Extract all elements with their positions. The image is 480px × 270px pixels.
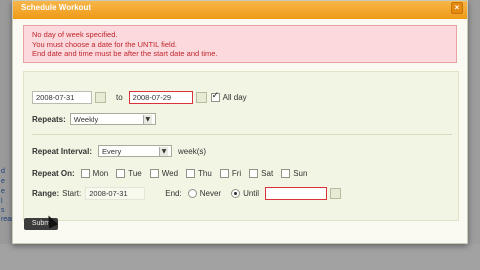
never-label: Never (199, 188, 222, 198)
day-checkbox-thu[interactable] (186, 168, 196, 178)
repeats-label: Repeats: (32, 114, 66, 124)
day-label: Sat (261, 168, 274, 178)
repeat-interval-select[interactable]: Every ▼ (98, 145, 173, 157)
repeats-row: Repeats: Weekly ▼ (32, 112, 156, 126)
background-bottom (0, 244, 480, 270)
start-date-input[interactable]: 2008-07-31 (32, 90, 92, 104)
dialog-header: Schedule Workout × (13, 1, 467, 19)
day-checkbox-fri[interactable] (219, 168, 229, 178)
day-label: Fri (231, 168, 242, 178)
repeat-on-row: Repeat On: Mon Tue Wed Thu Fri Sat Sun (32, 166, 315, 180)
day-checkbox-mon[interactable] (80, 168, 90, 178)
dialog-title: Schedule Workout (21, 3, 92, 12)
background-right-strip (468, 0, 480, 270)
calendar-icon[interactable] (95, 91, 106, 103)
day-checkbox-tue[interactable] (116, 168, 126, 178)
repeat-interval-value: Every (102, 146, 122, 156)
day-checkbox-wed[interactable] (149, 168, 159, 178)
day-label: Mon (92, 168, 109, 178)
end-date-input[interactable]: 2008-07-29 (128, 90, 193, 104)
error-message: You must choose a date for the UNTIL fie… (32, 39, 177, 49)
day-label: Tue (128, 168, 142, 178)
error-message: End date and time must be after the star… (32, 49, 218, 58)
schedule-workout-dialog: Schedule Workout × No day of week specif… (12, 0, 468, 244)
until-radio[interactable] (231, 188, 241, 198)
background-link[interactable]: e (1, 188, 5, 195)
range-start-input[interactable]: 2008-07-31 (85, 186, 146, 200)
date-row: 2008-07-31 to 2008-07-29 All day (32, 90, 247, 104)
repeat-interval-row: Repeat Interval: Every ▼ week(s) (32, 144, 206, 158)
range-start-label: Start: (62, 188, 82, 198)
chevron-down-icon: ▼ (142, 114, 152, 124)
repeat-on-label: Repeat On: (32, 168, 75, 178)
range-row: Range: Start: 2008-07-31 End: Never Unti… (32, 186, 342, 200)
repeats-value: Weekly (73, 114, 99, 124)
error-messages: No day of week specified. You must choos… (23, 25, 457, 63)
calendar-icon[interactable] (330, 187, 342, 199)
repeats-select[interactable]: Weekly ▼ (69, 113, 156, 125)
chevron-down-icon: ▼ (159, 146, 169, 156)
until-label: Until (243, 188, 260, 198)
day-checkbox-sat[interactable] (249, 168, 259, 178)
close-icon[interactable]: × (451, 2, 463, 14)
range-label: Range: (32, 188, 60, 198)
weeks-label: week(s) (178, 146, 207, 156)
never-radio[interactable] (187, 188, 197, 198)
range-end-label: End: (165, 188, 182, 198)
divider (32, 134, 452, 135)
all-day-checkbox[interactable] (210, 91, 220, 102)
day-label: Thu (198, 168, 212, 178)
day-checkbox-sun[interactable] (281, 168, 291, 178)
all-day-label: All day (222, 92, 247, 102)
repeat-interval-label: Repeat Interval: (32, 146, 93, 156)
background-link[interactable]: l (1, 198, 3, 205)
calendar-icon[interactable] (195, 91, 207, 103)
background-link[interactable]: e (1, 178, 5, 185)
day-label: Wed (161, 168, 179, 178)
background-link[interactable]: s (1, 207, 5, 214)
schedule-form: 2008-07-31 to 2008-07-29 All day Repeats… (23, 71, 459, 221)
to-label: to (116, 92, 123, 102)
error-message: No day of week specified. (32, 30, 118, 39)
day-label: Sun (293, 168, 308, 178)
background-link[interactable]: d (1, 168, 5, 175)
until-date-input[interactable] (265, 186, 328, 200)
